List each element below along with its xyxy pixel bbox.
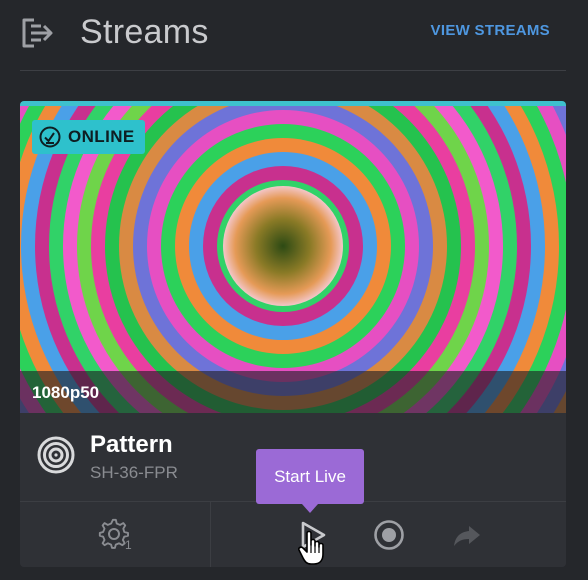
hand-cursor-icon xyxy=(298,530,324,565)
stream-actions: 1 xyxy=(20,501,566,567)
share-forward-icon[interactable] xyxy=(450,518,484,552)
page-title: Streams xyxy=(80,13,209,51)
record-icon[interactable] xyxy=(372,518,406,552)
stream-preview[interactable]: ONLINE 1080p50 xyxy=(20,106,566,413)
source-id: SH-36-FPR xyxy=(90,463,178,482)
resolution-label: 1080p50 xyxy=(32,383,100,402)
tooltip-arrow xyxy=(302,504,318,513)
status-label: ONLINE xyxy=(68,127,135,146)
status-badge: ONLINE xyxy=(32,120,145,154)
check-circle-icon xyxy=(39,126,61,148)
header-divider xyxy=(20,70,566,71)
logout-icon[interactable] xyxy=(18,14,56,52)
settings-count: 1 xyxy=(125,538,132,552)
preview-footer-shade xyxy=(20,371,566,413)
actions-divider xyxy=(210,502,211,567)
view-streams-link[interactable]: VIEW STREAMS xyxy=(431,22,550,39)
start-live-tooltip: Start Live xyxy=(256,449,364,504)
streams-header: Streams VIEW STREAMS xyxy=(0,0,588,70)
source-name: Pattern xyxy=(90,431,173,458)
concentric-rings-icon xyxy=(37,436,75,474)
streams-panel: Streams VIEW STREAMS ONLINE 1080p50 Patt… xyxy=(0,0,588,580)
